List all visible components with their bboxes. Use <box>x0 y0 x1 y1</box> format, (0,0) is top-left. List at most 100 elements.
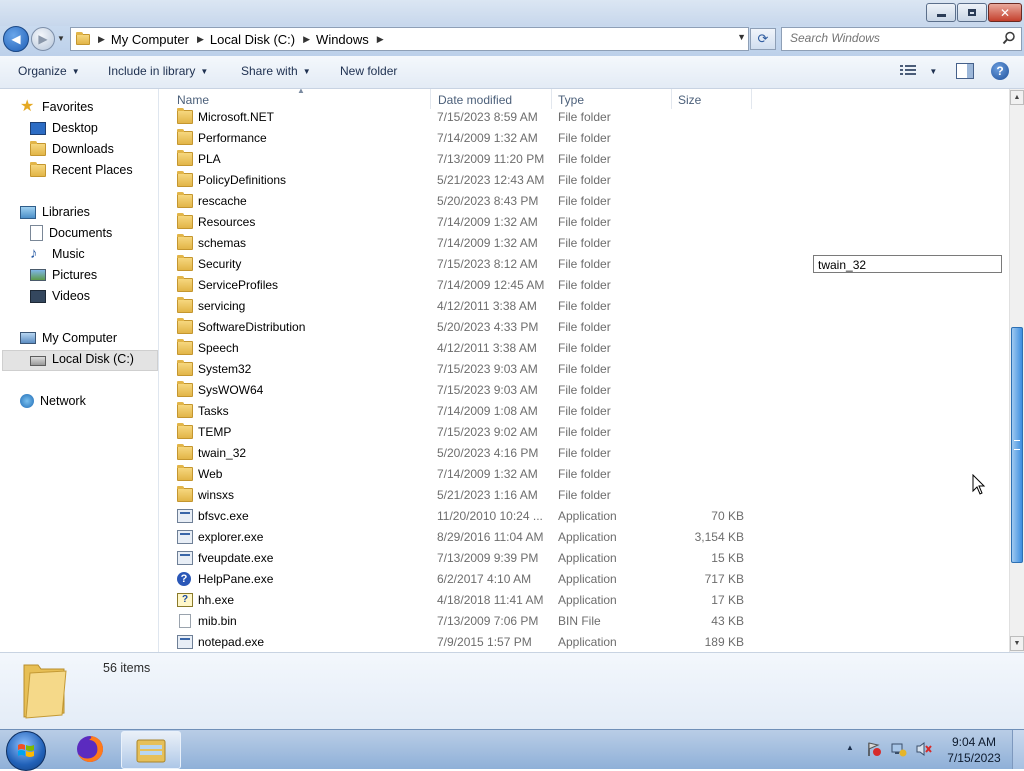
column-header-size[interactable]: Size <box>678 93 701 107</box>
search-input[interactable] <box>782 28 990 48</box>
nav-pictures-label: Pictures <box>52 268 98 282</box>
file-row[interactable]: servicing 4/12/2011 3:38 AM File folder <box>159 296 1009 317</box>
recent-pages-dropdown[interactable]: ▼ <box>57 34 67 44</box>
file-row[interactable]: notepad.exe 7/9/2015 1:57 PM Application 18… <box>159 632 1009 652</box>
close-button[interactable]: ✕ <box>988 3 1022 22</box>
breadcrumb-my-computer[interactable]: My Computer <box>107 32 195 47</box>
restore-button[interactable] <box>957 3 987 22</box>
network-tray-icon[interactable] <box>891 741 907 757</box>
search-box[interactable] <box>781 27 1022 51</box>
breadcrumb-windows[interactable]: Windows <box>312 32 375 47</box>
show-desktop-button[interactable] <box>1012 730 1024 769</box>
share-with-button[interactable]: Share with ▼ <box>241 64 311 78</box>
drive-icon <box>30 356 46 366</box>
refresh-button[interactable]: ⟳ <box>750 28 776 50</box>
nav-documents[interactable]: Documents <box>30 223 112 243</box>
file-name: SoftwareDistribution <box>198 320 306 334</box>
change-view-button[interactable]: ▼ <box>900 64 937 79</box>
column-divider[interactable] <box>551 89 552 109</box>
file-row[interactable]: SoftwareDistribution 5/20/2023 4:33 PM Fil… <box>159 317 1009 338</box>
system-clock[interactable]: 9:04 AM 7/15/2023 <box>944 734 1004 766</box>
organize-button[interactable]: Organize ▼ <box>18 64 80 78</box>
file-row[interactable]: fveupdate.exe 7/13/2009 9:39 PM Applicatio… <box>159 548 1009 569</box>
search-icon[interactable] <box>1002 31 1016 45</box>
rename-edit-box[interactable]: twain_32 <box>813 255 1002 273</box>
file-row[interactable]: schemas 7/14/2009 1:32 AM File folder <box>159 233 1009 254</box>
file-row[interactable]: Web 7/14/2009 1:32 AM File folder <box>159 464 1009 485</box>
file-row[interactable]: ServiceProfiles 7/14/2009 12:45 AM File fo… <box>159 275 1009 296</box>
file-date: 7/14/2009 12:45 AM <box>437 278 545 292</box>
breadcrumb-separator[interactable]: ▶ <box>96 34 107 45</box>
nav-music[interactable]: ♪ Music <box>30 244 85 264</box>
nav-favorites[interactable]: ★ Favorites <box>20 97 93 117</box>
include-in-library-button[interactable]: Include in library ▼ <box>108 64 208 78</box>
file-row[interactable]: Microsoft.NET 7/15/2023 8:59 AM File folde… <box>159 107 1009 128</box>
file-row[interactable]: ? HelpPane.exe 6/2/2017 4:10 AM Application… <box>159 569 1009 590</box>
firefox-icon <box>77 736 103 762</box>
back-button[interactable]: ◀ <box>3 26 29 52</box>
column-divider[interactable] <box>671 89 672 109</box>
recent-places-icon <box>30 161 46 177</box>
scroll-up-button[interactable]: ▲ <box>1010 90 1024 105</box>
nav-videos[interactable]: Videos <box>30 286 90 306</box>
chevron-down-icon[interactable]: ▼ <box>929 67 937 76</box>
new-folder-button[interactable]: New folder <box>340 64 397 78</box>
breadcrumb-separator[interactable]: ▶ <box>375 34 386 45</box>
nav-desktop[interactable]: Desktop <box>30 118 98 138</box>
breadcrumb-separator[interactable]: ▶ <box>301 34 312 45</box>
file-row[interactable]: PolicyDefinitions 5/21/2023 12:43 AM File … <box>159 170 1009 191</box>
breadcrumb-local-disk[interactable]: Local Disk (C:) <box>206 32 301 47</box>
file-row[interactable]: twain_32 5/20/2023 4:16 PM File folder <box>159 443 1009 464</box>
taskbar-windows-explorer[interactable] <box>121 731 181 769</box>
nav-my-computer[interactable]: My Computer <box>20 328 117 348</box>
column-divider[interactable] <box>430 89 431 109</box>
taskbar-firefox[interactable] <box>68 732 112 766</box>
forward-button[interactable]: ▶ <box>31 27 55 51</box>
file-row[interactable]: mib.bin 7/13/2009 7:06 PM BIN File 43 KB <box>159 611 1009 632</box>
breadcrumb-separator[interactable]: ▶ <box>195 34 206 45</box>
show-hidden-icons-button[interactable]: ▲ <box>846 743 854 752</box>
file-list: Name ▲ Date modified Type Size Microsoft… <box>159 89 1009 652</box>
folder-icon <box>177 108 193 124</box>
column-header-type[interactable]: Type <box>558 93 584 107</box>
scrollbar-thumb[interactable] <box>1011 327 1023 563</box>
folder-icon <box>177 255 193 271</box>
file-type: File folder <box>558 341 611 355</box>
column-header-date[interactable]: Date modified <box>438 93 512 107</box>
nav-network[interactable]: Network <box>20 391 86 411</box>
nav-downloads[interactable]: Downloads <box>30 139 114 159</box>
nav-local-disk[interactable]: Local Disk (C:) <box>30 349 134 369</box>
address-bar[interactable]: ▶ My Computer ▶ Local Disk (C:) ▶ Window… <box>70 27 749 51</box>
nav-libraries[interactable]: Libraries <box>20 202 90 222</box>
file-row[interactable]: Speech 4/12/2011 3:38 AM File folder <box>159 338 1009 359</box>
column-divider[interactable] <box>751 89 752 109</box>
file-row[interactable]: winsxs 5/21/2023 1:16 AM File folder <box>159 485 1009 506</box>
column-header-name[interactable]: Name <box>177 93 209 107</box>
scroll-down-button[interactable]: ▼ <box>1010 636 1024 651</box>
file-row[interactable]: rescache 5/20/2023 8:43 PM File folder <box>159 191 1009 212</box>
file-row[interactable]: Performance 7/14/2009 1:32 AM File folder <box>159 128 1009 149</box>
file-row[interactable]: bfsvc.exe 11/20/2010 10:24 ... Application… <box>159 506 1009 527</box>
file-name: bfsvc.exe <box>198 509 249 523</box>
file-row[interactable]: ? hh.exe 4/18/2018 11:41 AM Application 17 K… <box>159 590 1009 611</box>
nav-pictures[interactable]: Pictures <box>30 265 97 285</box>
file-row[interactable]: TEMP 7/15/2023 9:02 AM File folder <box>159 422 1009 443</box>
action-center-flag-icon[interactable] <box>866 741 882 757</box>
nav-recent-places[interactable]: Recent Places <box>30 160 133 180</box>
folder-icon <box>177 486 193 502</box>
address-dropdown-icon[interactable]: ▼ <box>737 32 746 42</box>
file-row[interactable]: PLA 7/13/2009 11:20 PM File folder <box>159 149 1009 170</box>
file-type: Application <box>558 593 617 607</box>
help-button[interactable]: ? <box>991 62 1009 80</box>
preview-pane-button[interactable] <box>956 63 974 79</box>
file-row[interactable]: Resources 7/14/2009 1:32 AM File folder <box>159 212 1009 233</box>
file-row[interactable]: explorer.exe 8/29/2016 11:04 AM Applicatio… <box>159 527 1009 548</box>
file-row[interactable]: System32 7/15/2023 9:03 AM File folder <box>159 359 1009 380</box>
file-row[interactable]: Tasks 7/14/2009 1:08 AM File folder <box>159 401 1009 422</box>
volume-muted-icon[interactable] <box>915 741 932 757</box>
file-row[interactable]: SysWOW64 7/15/2023 9:03 AM File folder <box>159 380 1009 401</box>
vertical-scrollbar[interactable]: ▲ ▼ <box>1009 89 1024 652</box>
minimize-button[interactable] <box>926 3 956 22</box>
computer-icon <box>20 332 36 344</box>
start-button[interactable] <box>6 731 46 771</box>
